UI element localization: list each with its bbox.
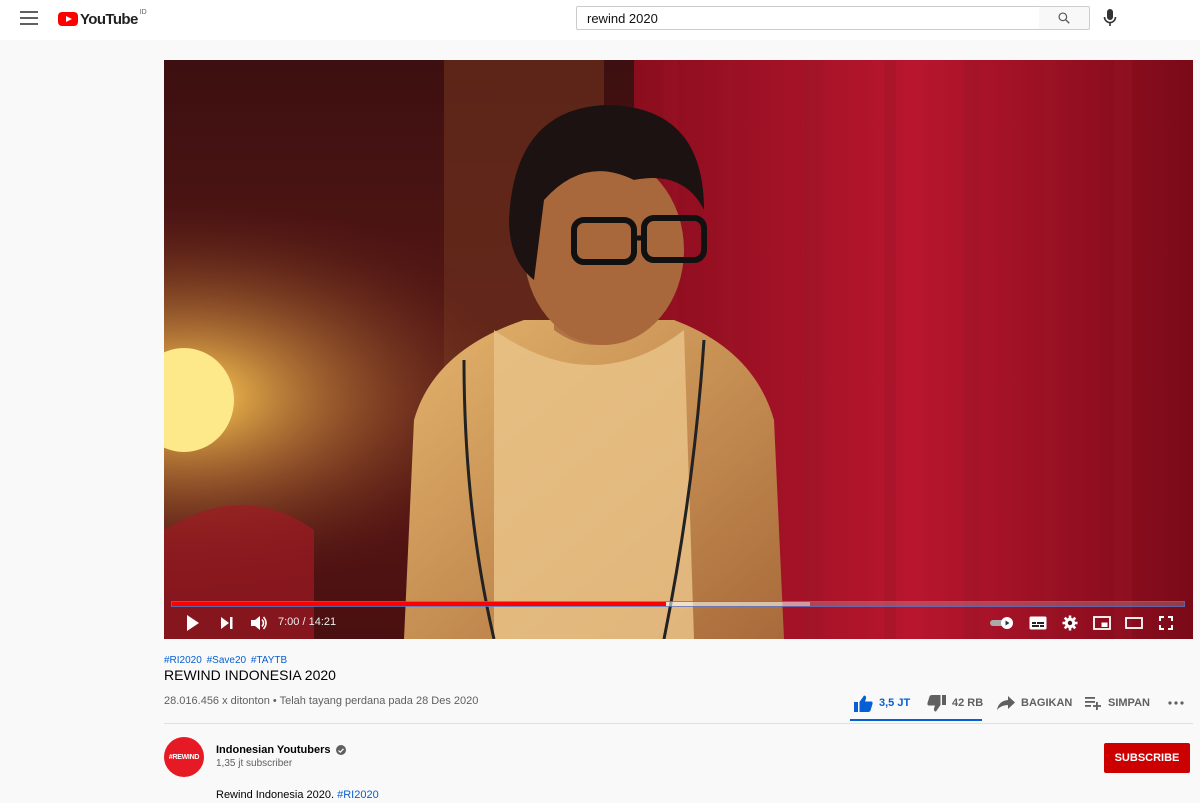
save-label: SIMPAN: [1108, 697, 1150, 709]
player-controls: 7:00 / 14:21: [164, 608, 1193, 639]
menu-icon[interactable]: [20, 11, 38, 27]
channel-avatar[interactable]: #REWIND: [164, 737, 204, 777]
avatar-text: #REWIND: [168, 753, 200, 761]
youtube-logo-icon: [58, 12, 78, 26]
fullscreen-icon: [1159, 616, 1173, 630]
miniplayer-button[interactable]: [1091, 612, 1113, 634]
subtitles-button[interactable]: [1027, 612, 1049, 634]
channel-name-link[interactable]: Indonesian Youtubers: [216, 744, 346, 756]
share-button[interactable]: BAGIKAN: [997, 692, 1072, 714]
verified-icon: [335, 745, 346, 755]
save-icon: [1085, 697, 1101, 710]
more-icon: [1168, 701, 1184, 705]
description-hashtag-link[interactable]: #RI2020: [337, 789, 379, 801]
video-player[interactable]: 7:00 / 14:21: [164, 60, 1193, 639]
autoplay-toggle-icon: [990, 617, 1013, 629]
progress-bar[interactable]: [171, 601, 1185, 607]
video-description: Rewind Indonesia 2020. #RI2020: [216, 789, 379, 801]
mic-button[interactable]: [1101, 8, 1119, 28]
country-code: ID: [139, 8, 147, 16]
search-box: [576, 6, 1040, 30]
like-ratio-bar: [850, 719, 982, 721]
fullscreen-button[interactable]: [1155, 612, 1177, 634]
play-icon: [187, 615, 199, 631]
hashtags: #RI2020 #Save20 #TAYTB: [164, 655, 289, 666]
subscriber-count: 1,35 jt subscriber: [216, 758, 293, 769]
video-title: REWIND INDONESIA 2020: [164, 667, 336, 683]
theater-icon: [1125, 617, 1143, 629]
subscribe-button[interactable]: SUBSCRIBE: [1104, 743, 1190, 773]
search-input[interactable]: [577, 7, 1039, 29]
mic-icon: [1103, 9, 1117, 26]
like-count: 3,5 JT: [879, 697, 911, 709]
logo-text: YouTube: [80, 10, 138, 28]
time-display: 7:00 / 14:21: [278, 616, 337, 628]
share-icon: [997, 696, 1015, 710]
share-label: BAGIKAN: [1021, 697, 1073, 709]
hashtag-link[interactable]: #Save20: [207, 655, 246, 666]
settings-icon: [1062, 615, 1078, 631]
theater-button[interactable]: [1123, 612, 1145, 634]
dislike-button[interactable]: 42 RB: [927, 692, 983, 714]
settings-button[interactable]: [1059, 612, 1081, 634]
channel-name: Indonesian Youtubers: [216, 744, 331, 756]
top-bar: YouTube ID: [0, 0, 1200, 40]
play-button[interactable]: [182, 612, 204, 634]
view-count-and-date: 28.016.456 x ditonton • Telah tayang per…: [164, 695, 479, 707]
progress-played: [172, 602, 666, 606]
miniplayer-icon: [1093, 616, 1111, 630]
like-button[interactable]: 3,5 JT: [854, 692, 910, 714]
description-text: Rewind Indonesia 2020.: [216, 789, 335, 801]
save-button[interactable]: SIMPAN: [1085, 692, 1150, 714]
youtube-logo[interactable]: YouTube ID: [58, 9, 147, 29]
autoplay-toggle[interactable]: [989, 612, 1017, 634]
next-button[interactable]: [216, 612, 238, 634]
search-button[interactable]: [1039, 6, 1090, 30]
like-icon: [854, 695, 873, 712]
video-frame: [164, 60, 1193, 639]
next-icon: [221, 617, 233, 629]
volume-icon: [251, 616, 267, 630]
hashtag-link[interactable]: #TAYTB: [251, 655, 287, 666]
divider: [164, 723, 1193, 724]
volume-button[interactable]: [248, 612, 270, 634]
dislike-count: 42 RB: [952, 697, 984, 709]
subtitles-icon: [1029, 616, 1047, 630]
more-actions-button[interactable]: [1168, 692, 1184, 714]
dislike-icon: [927, 694, 946, 711]
hashtag-link[interactable]: #RI2020: [164, 655, 202, 666]
search-icon: [1058, 12, 1070, 24]
